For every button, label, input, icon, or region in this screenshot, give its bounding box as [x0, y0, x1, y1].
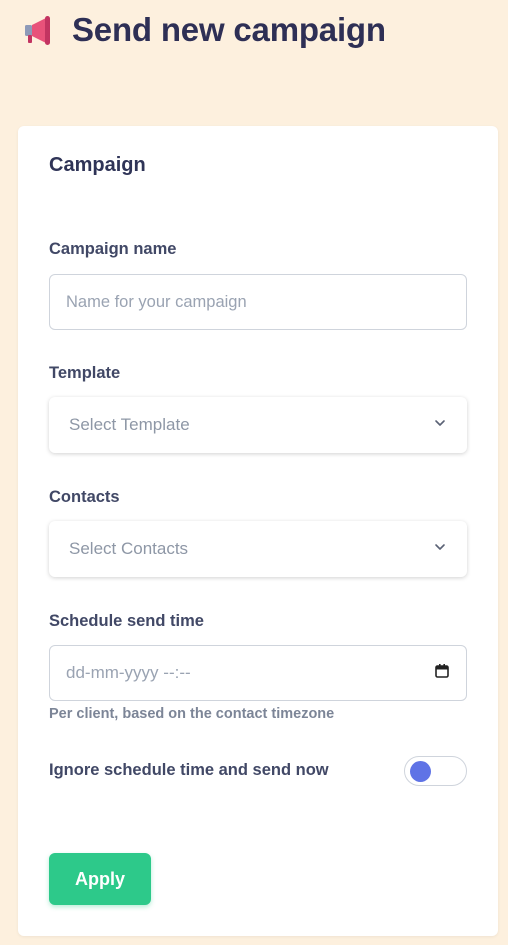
contacts-select-value: Select Contacts — [69, 539, 189, 558]
schedule-datetime-placeholder: dd-mm-yyyy --:-- — [66, 663, 191, 682]
toggle-knob — [410, 761, 431, 782]
apply-button[interactable]: Apply — [49, 853, 151, 905]
campaign-form-card: Campaign Campaign name Template Select T… — [18, 126, 498, 936]
campaign-name-label: Campaign name — [49, 240, 177, 258]
page-header: Send new campaign — [22, 8, 386, 52]
chevron-down-icon — [433, 416, 447, 435]
schedule-label: Schedule send time — [49, 612, 204, 630]
template-label: Template — [49, 364, 121, 382]
contacts-select[interactable]: Select Contacts — [49, 521, 467, 577]
template-select-value: Select Template — [69, 415, 190, 434]
send-now-toggle[interactable] — [404, 756, 467, 786]
contacts-label: Contacts — [49, 488, 120, 506]
schedule-datetime-input[interactable]: dd-mm-yyyy --:-- — [49, 645, 467, 701]
megaphone-icon — [22, 14, 56, 46]
chevron-down-icon — [433, 540, 447, 559]
section-title: Campaign — [49, 154, 146, 176]
calendar-icon[interactable] — [434, 663, 450, 684]
campaign-name-input[interactable] — [49, 274, 467, 330]
template-select[interactable]: Select Template — [49, 397, 467, 453]
page-title: Send new campaign — [72, 11, 386, 48]
send-now-label: Ignore schedule time and send now — [49, 761, 329, 779]
schedule-help-text: Per client, based on the contact timezon… — [49, 706, 335, 722]
